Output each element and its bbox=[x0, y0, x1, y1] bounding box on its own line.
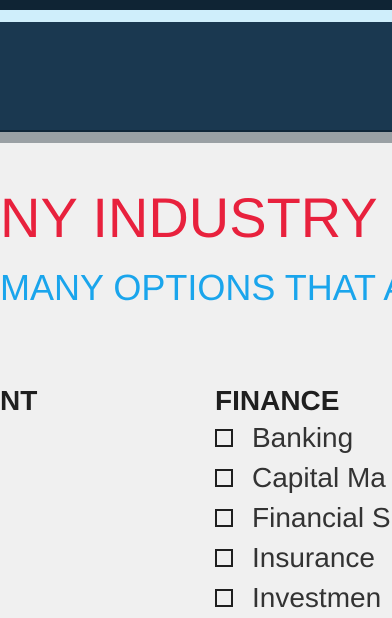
option-label: Financial S bbox=[252, 502, 391, 533]
checkbox[interactable] bbox=[215, 589, 233, 607]
header-top-strip bbox=[0, 0, 392, 10]
page-subheadline: MANY OPTIONS THAT A bbox=[0, 267, 392, 308]
checkbox[interactable] bbox=[215, 469, 233, 487]
header-gray-band bbox=[0, 132, 392, 143]
finance-option-capital-markets[interactable]: Capital Ma bbox=[215, 458, 391, 498]
option-label: Insurance bbox=[252, 542, 375, 573]
option-label: Banking bbox=[252, 422, 354, 453]
header-light-band bbox=[0, 10, 392, 22]
finance-option-financial-services[interactable]: Financial S bbox=[215, 498, 391, 538]
checkbox[interactable] bbox=[215, 549, 233, 567]
finance-option-insurance[interactable]: Insurance bbox=[215, 538, 391, 578]
checkbox[interactable] bbox=[215, 429, 233, 447]
left-column-title: NT bbox=[0, 385, 38, 416]
checkbox[interactable] bbox=[215, 509, 233, 527]
header-panel bbox=[0, 22, 392, 132]
option-label: Investmen bbox=[252, 582, 382, 613]
finance-column-title: FINANCE bbox=[215, 385, 340, 416]
finance-options-list: Banking Capital Ma Financial S Insurance… bbox=[215, 418, 391, 618]
option-label: Capital Ma bbox=[252, 462, 386, 493]
page-headline: NY INDUSTRY bbox=[0, 186, 378, 249]
finance-option-investment[interactable]: Investmen bbox=[215, 578, 391, 618]
finance-option-banking[interactable]: Banking bbox=[215, 418, 391, 458]
